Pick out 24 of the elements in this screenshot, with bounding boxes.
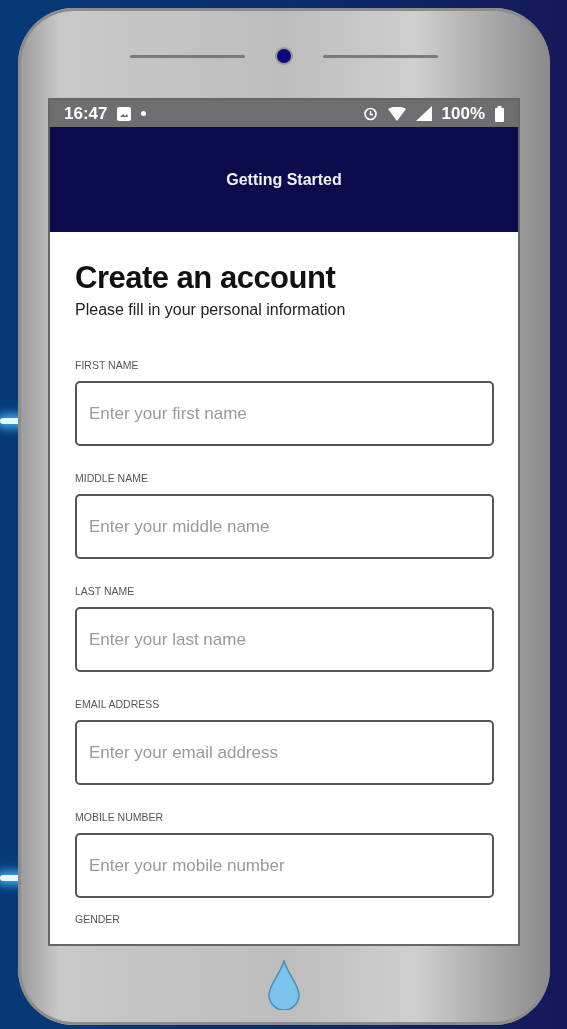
status-time: 16:47 [64,103,108,124]
field-label: MIDDLE NAME [75,471,149,485]
input-field[interactable]: Enter your last name [75,607,494,672]
input-field[interactable]: Enter your email address [75,720,494,785]
camera-lens [277,49,291,63]
field-label: MOBILE NUMBER [75,810,165,824]
form-title: Create an account [75,260,337,296]
dot-icon [141,111,147,116]
field-label: LAST NAME [75,584,136,598]
field-label: EMAIL ADDRESS [75,697,161,711]
battery-icon [495,105,504,122]
app-bar-title: Getting Started [226,170,342,189]
alarm-icon [362,106,378,121]
field-label: GENDER [75,912,121,926]
input-field[interactable]: Enter your mobile number [75,833,494,898]
signal-icon [415,106,432,121]
input-field[interactable]: Enter your first name [75,381,494,446]
battery-percent: 100% [441,103,485,124]
input-field[interactable]: Enter your middle name [75,494,494,559]
droplet-icon[interactable] [267,959,301,1010]
form-subtitle: Please fill in your personal information [75,300,347,320]
image-icon [117,106,132,121]
wifi-icon [387,106,406,121]
field-label: FIRST NAME [75,358,140,372]
